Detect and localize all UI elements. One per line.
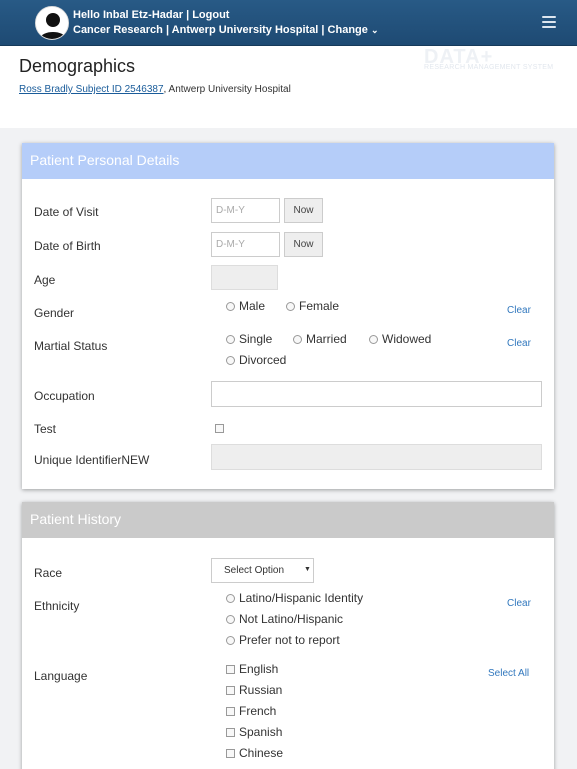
- user-silhouette-icon: [36, 7, 68, 39]
- gender-option-male[interactable]: Male: [226, 299, 265, 313]
- radio-button[interactable]: [293, 335, 302, 344]
- checkbox[interactable]: [215, 424, 224, 433]
- radio-button[interactable]: [286, 302, 295, 311]
- patient-history-panel: Patient History Race Select Option ▼ Eth…: [22, 502, 554, 769]
- subject-link[interactable]: Ross Bradly Subject ID 2546387: [19, 84, 164, 95]
- unique-identifier-field: [211, 444, 542, 470]
- marital-status-label: Martial Status: [34, 339, 108, 353]
- birth-now-button[interactable]: Now: [284, 232, 323, 257]
- race-label: Race: [34, 566, 63, 580]
- gender-clear-link[interactable]: Clear: [507, 305, 531, 316]
- marital-option-widowed[interactable]: Widowed: [369, 332, 431, 346]
- ethnicity-label: Ethnicity: [34, 599, 80, 613]
- radio-button[interactable]: [226, 335, 235, 344]
- visit-now-button[interactable]: Now: [284, 198, 323, 223]
- marital-option-married[interactable]: Married: [293, 332, 347, 346]
- watermark-subtitle: RESEARCH MANAGEMENT SYSTEM: [424, 64, 554, 71]
- personal-details-panel: Patient Personal Details Date of Visit D…: [22, 143, 554, 489]
- marital-option-single[interactable]: Single: [226, 332, 272, 346]
- date-of-birth-label: Date of Birth: [34, 239, 101, 253]
- context-line[interactable]: Cancer Research | Antwerp University Hos…: [73, 23, 379, 37]
- checkbox[interactable]: [226, 728, 235, 737]
- date-of-birth-input[interactable]: D-M-Y: [211, 232, 280, 257]
- marital-clear-link[interactable]: Clear: [507, 338, 531, 349]
- subject-line: Ross Bradly Subject ID 2546387, Antwerp …: [19, 84, 291, 95]
- panel-title: Patient History: [22, 502, 554, 538]
- checkbox[interactable]: [226, 707, 235, 716]
- radio-button[interactable]: [226, 356, 235, 365]
- language-label: Language: [34, 669, 88, 683]
- date-of-visit-label: Date of Visit: [34, 205, 99, 219]
- language-option-chinese[interactable]: Chinese: [226, 746, 283, 760]
- checkbox[interactable]: [226, 665, 235, 674]
- gender-label: Gender: [34, 306, 75, 320]
- test-label: Test: [34, 422, 57, 436]
- age-label: Age: [34, 273, 56, 287]
- marital-option-divorced[interactable]: Divorced: [226, 353, 286, 367]
- checkbox[interactable]: [226, 749, 235, 758]
- subject-hospital: , Antwerp University Hospital: [163, 84, 291, 95]
- race-select[interactable]: Select Option ▼: [211, 558, 314, 583]
- dropdown-arrow-icon: ▼: [304, 566, 311, 573]
- unique-identifier-label: Unique IdentifierNEW: [34, 453, 150, 467]
- language-option-french[interactable]: French: [226, 704, 276, 718]
- page-header: DATA+ RESEARCH MANAGEMENT SYSTEM Demogra…: [0, 46, 577, 128]
- language-option-spanish[interactable]: Spanish: [226, 725, 282, 739]
- user-greeting: Hello Inbal Etz-Hadar | Logout Cancer Re…: [73, 8, 379, 37]
- age-field: [211, 265, 278, 290]
- date-of-visit-input[interactable]: D-M-Y: [211, 198, 280, 223]
- ethnicity-option-not-latino[interactable]: Not Latino/Hispanic: [226, 612, 343, 626]
- language-select-all-link[interactable]: Select All: [488, 668, 529, 679]
- page-title: Demographics: [19, 56, 136, 76]
- avatar[interactable]: [35, 6, 69, 40]
- ethnicity-clear-link[interactable]: Clear: [507, 598, 531, 609]
- radio-button[interactable]: [226, 594, 235, 603]
- occupation-label: Occupation: [34, 389, 95, 403]
- language-option-russian[interactable]: Russian: [226, 683, 282, 697]
- test-checkbox[interactable]: [215, 421, 228, 435]
- radio-button[interactable]: [369, 335, 378, 344]
- radio-button[interactable]: [226, 636, 235, 645]
- panel-title: Patient Personal Details: [22, 143, 554, 179]
- top-bar: Hello Inbal Etz-Hadar | Logout Cancer Re…: [0, 0, 577, 46]
- checkbox[interactable]: [226, 686, 235, 695]
- ethnicity-option-latino[interactable]: Latino/Hispanic Identity: [226, 591, 363, 605]
- chevron-down-icon[interactable]: ⌄: [371, 25, 379, 35]
- context-text[interactable]: Cancer Research | Antwerp University Hos…: [73, 24, 368, 36]
- hamburger-menu-icon[interactable]: [542, 16, 556, 28]
- radio-button[interactable]: [226, 302, 235, 311]
- gender-option-female[interactable]: Female: [286, 299, 339, 313]
- ethnicity-option-prefer-not[interactable]: Prefer not to report: [226, 633, 340, 647]
- language-option-english[interactable]: English: [226, 662, 278, 676]
- greeting-text[interactable]: Hello Inbal Etz-Hadar | Logout: [73, 8, 379, 22]
- radio-button[interactable]: [226, 615, 235, 624]
- occupation-input[interactable]: [211, 381, 542, 407]
